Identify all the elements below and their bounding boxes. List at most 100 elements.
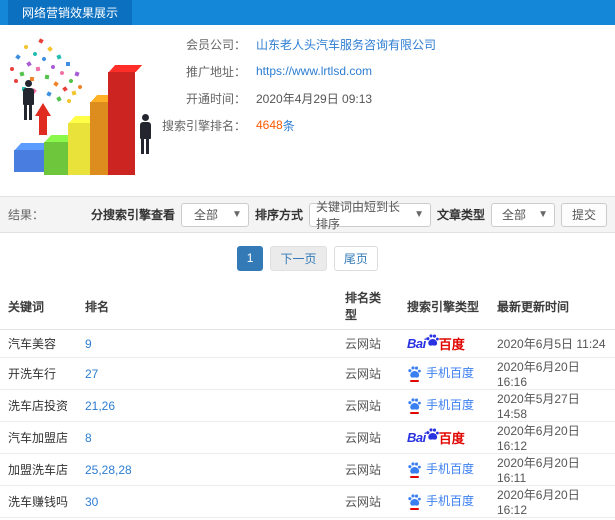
article-type-select[interactable]: 全部 ▼ bbox=[490, 202, 555, 227]
updated-cell: 2020年6月20日 16:12 bbox=[489, 421, 615, 454]
keyword-cell: 汽车加盟店 bbox=[0, 421, 77, 454]
engine-filter-select[interactable]: 全部 ▼ bbox=[180, 202, 249, 227]
submit-button[interactable]: 提交 bbox=[560, 202, 607, 227]
result-label: 结果： bbox=[8, 208, 45, 222]
chevron-down-icon: ▼ bbox=[414, 209, 424, 220]
updated-cell: 2020年6月20日 16:12 bbox=[489, 485, 615, 518]
rank-type-cell: 云网站 bbox=[337, 329, 399, 358]
results-table: 关键词 排名 排名类型 搜索引擎类型 最新更新时间 汽车美容 9 云网站 Bai 百度 2… bbox=[0, 283, 615, 520]
chevron-down-icon: ▼ bbox=[538, 209, 548, 220]
mobile-baidu-paw-icon bbox=[407, 397, 422, 414]
baidu-wordmark-latin: Bai bbox=[407, 430, 426, 445]
table-row: 汽车美容 9 云网站 Bai 百度 2020年6月5日 11:24 bbox=[0, 329, 615, 358]
rank-cell[interactable]: 30 bbox=[77, 485, 337, 518]
baidu-logo: Bai 百度 bbox=[407, 428, 465, 447]
engine-cell: Bai 百度 bbox=[399, 421, 489, 454]
page-1-button[interactable]: 1 bbox=[237, 246, 264, 271]
updated-cell: 2020年6月5日 11:24 bbox=[489, 329, 615, 358]
engine-rank-count: 4648 bbox=[256, 118, 283, 132]
mobile-baidu-label: 手机百度 bbox=[426, 462, 475, 476]
updated-header: 最新更新时间 bbox=[489, 283, 615, 330]
businessman-figure-left bbox=[21, 80, 35, 120]
engine-cell: 手机百度 bbox=[399, 357, 489, 390]
keyword-cell: 洗车赚钱吗 bbox=[0, 485, 77, 518]
member-company-label: 会员公司： bbox=[185, 37, 246, 52]
baidu-wordmark-cn: 百度 bbox=[438, 337, 465, 352]
table-row: 洗车赚钱吗 30 云网站 手机百度 2020年6月20日 16:12 bbox=[0, 485, 615, 518]
baidu-paw-icon bbox=[425, 427, 440, 442]
rank-type-header: 排名类型 bbox=[337, 283, 399, 330]
mobile-baidu-logo: 手机百度 bbox=[407, 460, 475, 478]
illustration-bar-blue bbox=[14, 150, 47, 172]
promo-url-label: 推广地址： bbox=[185, 64, 246, 79]
engine-rank-row: 搜索引擎排名： 4648 条 bbox=[150, 118, 436, 133]
rank-cell[interactable]: 21,26 bbox=[77, 389, 337, 422]
keyword-cell: 洗车店投资 bbox=[0, 389, 77, 422]
open-time-row: 开通时间： 2020年4月29日 09:13 bbox=[150, 91, 436, 106]
updated-cell: 2020年5月27日 14:58 bbox=[489, 389, 615, 422]
engine-filter-label: 分搜索引擎查看 bbox=[90, 208, 175, 222]
baidu-wordmark-latin: Bai bbox=[407, 336, 426, 351]
engine-cell: 手机百度 bbox=[399, 389, 489, 422]
rank-type-cell: 云网站 bbox=[337, 389, 399, 422]
baidu-wordmark-cn: 百度 bbox=[438, 431, 465, 446]
table-row: 汽车加盟店 8 云网站 Bai 百度 2020年6月20日 16:12 bbox=[0, 421, 615, 454]
sort-filter-select[interactable]: 关键词由短到长排序 ▼ bbox=[308, 200, 431, 231]
table-row: 洗车店投资 21,26 云网站 手机百度 2020年5月27日 14:58 bbox=[0, 389, 615, 422]
mobile-baidu-label: 手机百度 bbox=[426, 398, 475, 412]
keyword-header: 关键词 bbox=[0, 283, 77, 330]
mobile-baidu-paw-icon bbox=[407, 365, 422, 382]
last-page-button[interactable]: 尾页 bbox=[333, 246, 378, 271]
keyword-cell: 加盟洗车店 bbox=[0, 453, 77, 486]
mobile-baidu-paw-icon bbox=[407, 493, 422, 510]
article-type-label: 文章类型 bbox=[436, 208, 485, 222]
mobile-baidu-logo: 手机百度 bbox=[407, 492, 475, 510]
sort-filter-label: 排序方式 bbox=[254, 208, 303, 222]
mobile-baidu-label: 手机百度 bbox=[426, 366, 475, 380]
engine-rank-unit: 条 bbox=[282, 118, 295, 133]
illustration-bar-red bbox=[108, 72, 135, 175]
illustration-bar-green bbox=[44, 142, 70, 175]
engine-cell: 手机百度 bbox=[399, 453, 489, 486]
up-arrow-icon bbox=[35, 103, 51, 135]
member-company-link[interactable]: 山东老人头汽车服务咨询有限公司 bbox=[256, 36, 436, 53]
promo-url-link[interactable]: https://www.lrtlsd.com bbox=[256, 64, 372, 78]
header-bar: 网络营销效果展示 bbox=[0, 0, 615, 25]
engine-cell: Bai 百度 bbox=[399, 329, 489, 358]
rank-type-cell: 云网站 bbox=[337, 485, 399, 518]
open-time-value: 2020年4月29日 09:13 bbox=[256, 91, 373, 106]
table-row: 开洗车行 27 云网站 手机百度 2020年6月20日 16:16 bbox=[0, 357, 615, 390]
rank-header: 排名 bbox=[77, 283, 337, 330]
page-title: 网络营销效果展示 bbox=[8, 0, 133, 25]
engine-type-header: 搜索引擎类型 bbox=[399, 283, 489, 330]
rank-cell[interactable]: 9 bbox=[77, 329, 337, 358]
table-row: 加盟洗车店 25,28,28 云网站 手机百度 2020年6月20日 16:11 bbox=[0, 453, 615, 486]
rank-cell[interactable]: 27 bbox=[77, 357, 337, 390]
engine-cell: 手机百度 bbox=[399, 485, 489, 518]
mobile-baidu-logo: 手机百度 bbox=[407, 396, 475, 414]
baidu-paw-icon bbox=[425, 333, 440, 348]
next-page-button[interactable]: 下一页 bbox=[270, 246, 327, 271]
sort-filter-value: 关键词由短到长排序 bbox=[315, 199, 400, 231]
rank-cell[interactable]: 8 bbox=[77, 421, 337, 454]
company-info: 会员公司： 山东老人头汽车服务咨询有限公司 推广地址： https://www.… bbox=[150, 37, 436, 145]
baidu-logo: Bai 百度 bbox=[407, 334, 465, 353]
mobile-baidu-paw-icon bbox=[407, 461, 422, 478]
rank-type-cell: 云网站 bbox=[337, 357, 399, 390]
pagination: 1 下一页 尾页 bbox=[0, 233, 615, 283]
chevron-down-icon: ▼ bbox=[232, 209, 242, 220]
engine-rank-label: 搜索引擎排名： bbox=[161, 118, 246, 133]
member-company-row: 会员公司： 山东老人头汽车服务咨询有限公司 bbox=[150, 36, 436, 53]
rank-type-cell: 云网站 bbox=[337, 421, 399, 454]
rank-cell[interactable]: 25,28,28 bbox=[77, 453, 337, 486]
updated-cell: 2020年6月20日 16:16 bbox=[489, 357, 615, 390]
mobile-baidu-label: 手机百度 bbox=[426, 494, 475, 508]
summary-section: 会员公司： 山东老人头汽车服务咨询有限公司 推广地址： https://www.… bbox=[0, 25, 615, 196]
article-type-value: 全部 bbox=[502, 208, 527, 222]
filter-bar: 结果： 分搜索引擎查看 全部 ▼ 排序方式 关键词由短到长排序 ▼ 文章类型 全… bbox=[0, 196, 615, 233]
keyword-cell: 开洗车行 bbox=[0, 357, 77, 390]
filter-controls: 分搜索引擎查看 全部 ▼ 排序方式 关键词由短到长排序 ▼ 文章类型 全部 ▼ … bbox=[90, 200, 607, 231]
rank-type-cell: 云网站 bbox=[337, 453, 399, 486]
table-header-row: 关键词 排名 排名类型 搜索引擎类型 最新更新时间 bbox=[0, 283, 615, 330]
mobile-baidu-logo: 手机百度 bbox=[407, 364, 475, 382]
